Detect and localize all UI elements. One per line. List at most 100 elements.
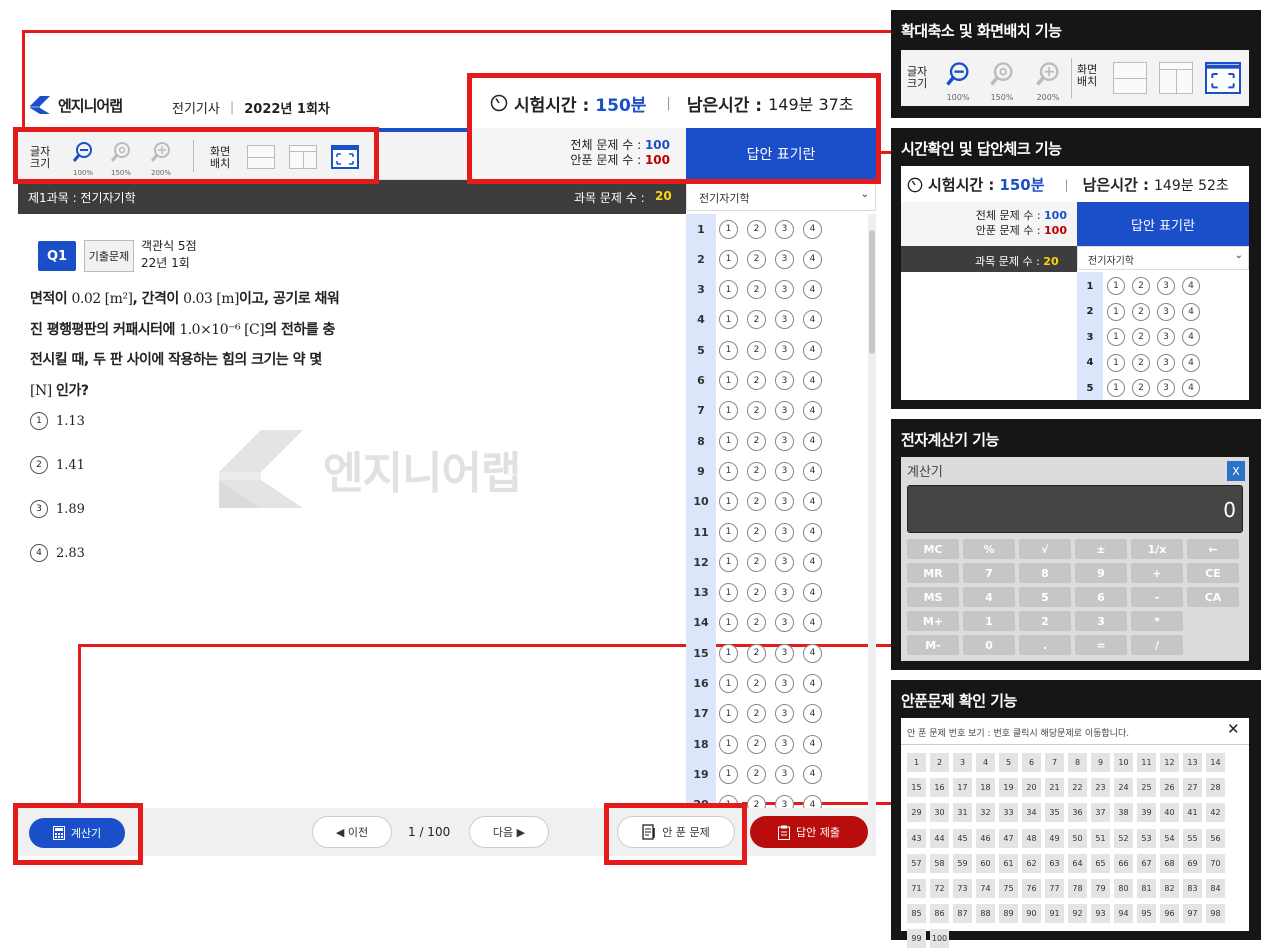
unsolved-number[interactable]: 52 [1114, 828, 1133, 848]
answer-choice-bubble[interactable]: 2 [747, 431, 766, 451]
unsolved-number[interactable]: 36 [1068, 803, 1087, 823]
calculator-key[interactable]: 6 [1075, 587, 1127, 607]
answer-choice-bubble[interactable]: 3 [775, 764, 794, 784]
answer-choice-bubble[interactable]: 2 [747, 249, 766, 269]
unsolved-number[interactable]: 21 [1045, 778, 1064, 798]
answer-choice-bubble[interactable]: 4 [803, 613, 822, 633]
answer-choice-bubble[interactable]: 3 [1157, 302, 1175, 321]
unsolved-number[interactable]: 78 [1068, 879, 1087, 898]
answer-option[interactable]: 1 1.13 [30, 412, 85, 430]
calculator-key[interactable]: CA [1187, 587, 1239, 607]
answer-choice-bubble[interactable]: 2 [747, 643, 766, 663]
answer-choice-bubble[interactable]: 3 [775, 674, 794, 693]
answer-choice-bubble[interactable]: 1 [719, 401, 738, 421]
unsolved-number[interactable]: 26 [1160, 778, 1179, 798]
unsolved-number[interactable]: 99 [907, 929, 926, 949]
answer-choice-bubble[interactable]: 2 [1132, 302, 1150, 321]
calculator-key[interactable]: 8 [1019, 563, 1071, 583]
calculator-key[interactable]: 5 [1019, 587, 1071, 607]
answer-choice-bubble[interactable]: 2 [1132, 277, 1150, 295]
unsolved-number[interactable]: 32 [976, 803, 995, 823]
unsolved-number[interactable]: 31 [953, 803, 972, 823]
answer-choice-bubble[interactable]: 1 [1107, 379, 1125, 397]
unsolved-number[interactable]: 29 [907, 803, 926, 823]
answer-choice-bubble[interactable]: 4 [1182, 379, 1200, 397]
unsolved-number[interactable]: 91 [1045, 904, 1064, 924]
answer-choice-bubble[interactable]: 1 [719, 280, 738, 300]
unsolved-number[interactable]: 14 [1206, 753, 1225, 772]
unsolved-number[interactable]: 90 [1022, 904, 1041, 924]
answer-choice-bubble[interactable]: 3 [1157, 353, 1175, 372]
unsolved-number[interactable]: 5 [999, 753, 1018, 772]
unsolved-number[interactable]: 6 [1022, 753, 1041, 772]
unsolved-number[interactable]: 96 [1160, 904, 1179, 924]
unsolved-number[interactable]: 50 [1068, 828, 1087, 848]
unsolved-number[interactable]: 51 [1091, 828, 1110, 848]
unsolved-number[interactable]: 89 [999, 904, 1018, 924]
answer-choice-bubble[interactable]: 2 [747, 340, 766, 360]
unsolved-number[interactable]: 61 [999, 853, 1018, 873]
answer-choice-bubble[interactable]: 1 [719, 340, 738, 360]
unsolved-number[interactable]: 10 [1114, 753, 1133, 772]
answer-choice-bubble[interactable]: 3 [775, 583, 794, 603]
unsolved-number[interactable]: 73 [953, 879, 972, 898]
unsolved-number[interactable]: 27 [1183, 778, 1202, 798]
calculator-key[interactable]: / [1131, 635, 1183, 655]
submit-button[interactable]: 답안 제출 [750, 816, 868, 848]
unsolved-number[interactable]: 55 [1183, 828, 1202, 848]
unsolved-number[interactable]: 86 [930, 904, 949, 924]
answer-choice-bubble[interactable]: 4 [1182, 353, 1200, 372]
unsolved-number[interactable]: 2 [930, 753, 949, 772]
calculator-key[interactable]: 1 [963, 611, 1015, 631]
unsolved-number[interactable]: 7 [1045, 753, 1064, 772]
unsolved-number[interactable]: 88 [976, 904, 995, 924]
unsolved-number[interactable]: 81 [1137, 879, 1156, 898]
answer-choice-bubble[interactable]: 1 [1107, 353, 1125, 372]
answer-choice-bubble[interactable]: 1 [719, 492, 738, 512]
unsolved-number[interactable]: 63 [1045, 853, 1064, 873]
unsolved-number[interactable]: 58 [930, 853, 949, 873]
unsolved-number[interactable]: 22 [1068, 778, 1087, 798]
answer-choice-bubble[interactable]: 4 [1182, 302, 1200, 321]
answer-choice-bubble[interactable]: 2 [747, 764, 766, 784]
answer-choice-bubble[interactable]: 2 [747, 401, 766, 421]
answer-choice-bubble[interactable]: 3 [775, 522, 794, 542]
unsolved-number[interactable]: 28 [1206, 778, 1225, 798]
unsolved-number[interactable]: 25 [1137, 778, 1156, 798]
answer-choice-bubble[interactable]: 4 [1182, 277, 1200, 295]
answer-choice-bubble[interactable]: 2 [747, 734, 766, 754]
answer-choice-bubble[interactable]: 4 [1182, 328, 1200, 346]
unsolved-number[interactable]: 44 [930, 828, 949, 848]
answer-choice-bubble[interactable]: 1 [719, 583, 738, 603]
calculator-key[interactable]: M+ [907, 611, 959, 631]
answer-choice-bubble[interactable]: 3 [775, 219, 794, 239]
unsolved-number[interactable]: 57 [907, 853, 926, 873]
unsolved-number[interactable]: 34 [1022, 803, 1041, 823]
layout-cols-button[interactable] [1159, 62, 1193, 94]
unsolved-number[interactable]: 13 [1183, 753, 1202, 772]
answer-choice-bubble[interactable]: 4 [803, 704, 822, 724]
unsolved-number[interactable]: 20 [1022, 778, 1041, 798]
unsolved-number[interactable]: 94 [1114, 904, 1133, 924]
answer-choice-bubble[interactable]: 1 [719, 764, 738, 784]
answer-choice-bubble[interactable]: 3 [1157, 328, 1175, 346]
unsolved-number[interactable]: 79 [1091, 879, 1110, 898]
answer-choice-bubble[interactable]: 4 [803, 431, 822, 451]
answer-choice-bubble[interactable]: 4 [803, 583, 822, 603]
unsolved-number[interactable]: 77 [1045, 879, 1064, 898]
unsolved-close-button[interactable]: ✕ [1227, 720, 1240, 738]
answer-choice-bubble[interactable]: 2 [747, 552, 766, 572]
unsolved-number[interactable]: 67 [1137, 853, 1156, 873]
unsolved-number[interactable]: 62 [1022, 853, 1041, 873]
answer-option[interactable]: 2 1.41 [30, 456, 85, 474]
answer-choice-bubble[interactable]: 4 [803, 401, 822, 421]
unsolved-number[interactable]: 68 [1160, 853, 1179, 873]
unsolved-number[interactable]: 74 [976, 879, 995, 898]
answer-choice-bubble[interactable]: 1 [719, 674, 738, 693]
unsolved-number[interactable]: 1 [907, 753, 926, 772]
unsolved-number[interactable]: 33 [999, 803, 1018, 823]
answer-choice-bubble[interactable]: 3 [775, 280, 794, 300]
calculator-key[interactable]: * [1131, 611, 1183, 631]
answer-choice-bubble[interactable]: 3 [1157, 277, 1175, 295]
calculator-key[interactable]: MR [907, 563, 959, 583]
